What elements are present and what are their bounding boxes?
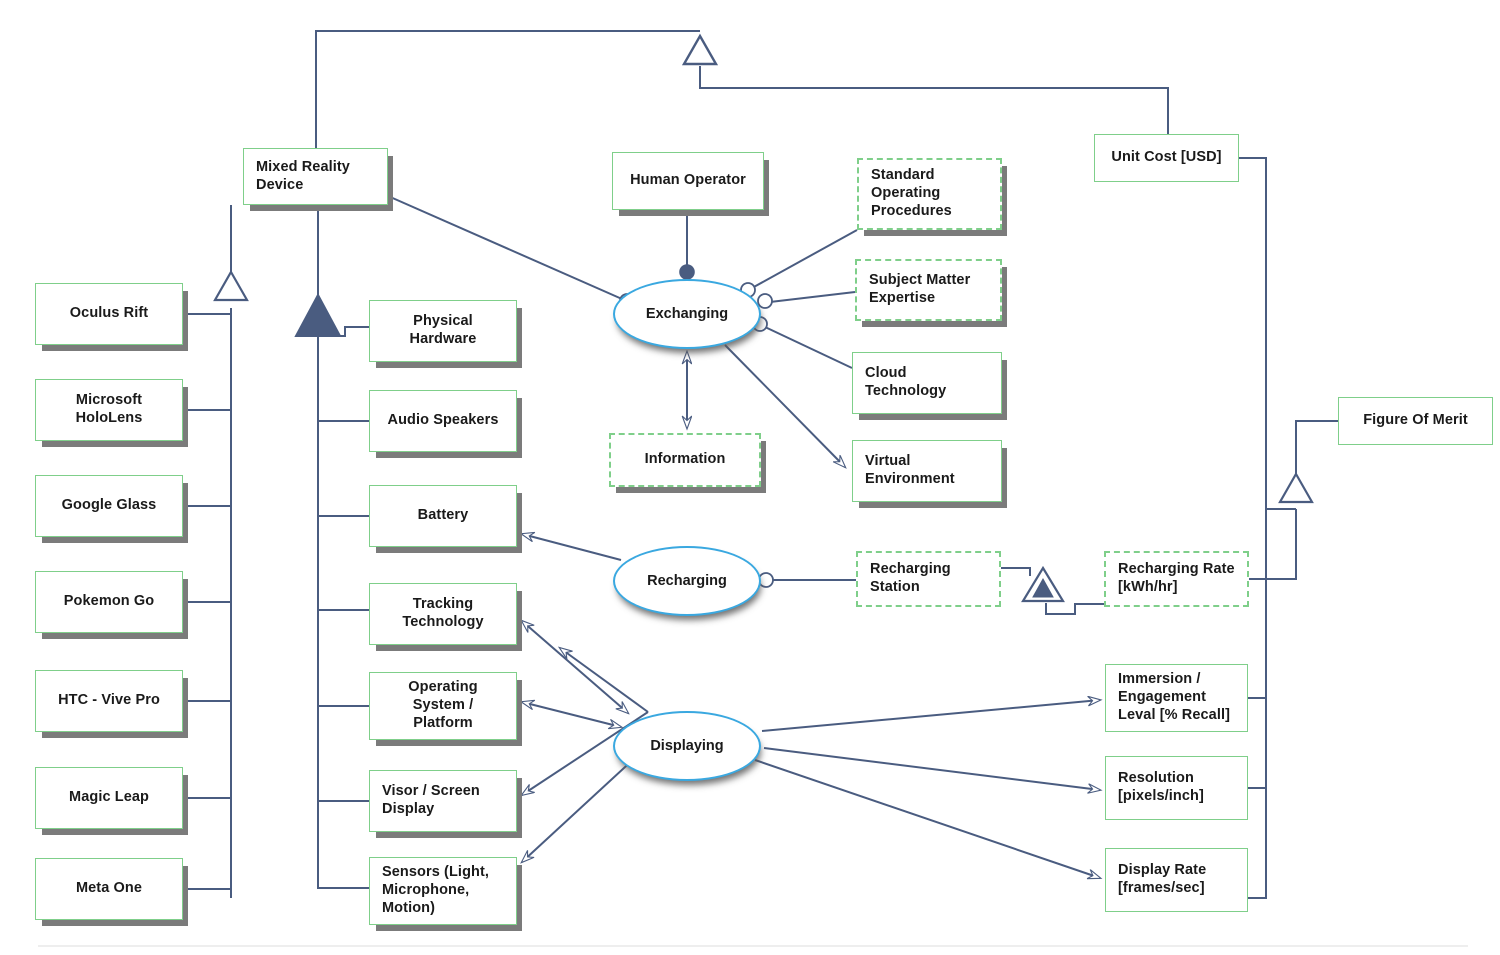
node-device-meta-one[interactable]: Meta One xyxy=(35,858,183,920)
node-device-htc-vive-pro[interactable]: HTC - Vive Pro xyxy=(35,670,183,732)
bottom-divider xyxy=(38,945,1468,947)
node-label: Human Operator xyxy=(630,172,746,189)
node-label: Google Glass xyxy=(61,497,157,514)
function-label: Displaying xyxy=(650,738,724,754)
node-label: Operating System / Platform xyxy=(408,679,478,731)
node-component-sensors[interactable]: Sensors (Light, Microphone, Motion) xyxy=(369,857,517,925)
node-subject-matter-expertise[interactable]: Subject Matter Expertise xyxy=(855,259,1002,321)
node-component-visor-screen-display[interactable]: Visor / Screen Display xyxy=(369,770,517,832)
function-displaying[interactable]: Displaying xyxy=(613,711,761,781)
function-label: Recharging xyxy=(647,573,727,589)
node-component-operating-system-platform[interactable]: Operating System / Platform xyxy=(369,672,517,740)
node-label: Subject Matter Expertise xyxy=(869,272,971,306)
node-mixed-reality-device[interactable]: Mixed Reality Device xyxy=(243,148,388,205)
node-label: Pokemon Go xyxy=(63,593,155,610)
node-label: Information xyxy=(644,451,726,468)
node-label: Sensors (Light, Microphone, Motion) xyxy=(382,864,490,916)
node-component-tracking-technology[interactable]: Tracking Technology xyxy=(369,583,517,645)
node-component-audio-speakers[interactable]: Audio Speakers xyxy=(369,390,517,452)
diagram-canvas: Mixed Reality Device Human Operator Stan… xyxy=(0,0,1500,955)
node-label: Unit Cost [USD] xyxy=(1111,149,1222,166)
node-cloud-technology[interactable]: Cloud Technology xyxy=(852,352,1002,414)
node-label: Figure Of Merit xyxy=(1363,412,1468,429)
node-device-microsoft-hololens[interactable]: Microsoft HoloLens xyxy=(35,379,183,441)
node-unit-cost[interactable]: Unit Cost [USD] xyxy=(1094,134,1239,182)
node-label: Visor / Screen Display xyxy=(382,783,480,817)
function-label: Exchanging xyxy=(645,306,729,322)
node-display-rate[interactable]: Display Rate [frames/sec] xyxy=(1105,848,1248,912)
node-immersion-engagement-level[interactable]: Immersion / Engagement Leval [% Recall] xyxy=(1105,664,1248,732)
node-component-physical-hardware[interactable]: Physical Hardware xyxy=(369,300,517,362)
node-device-magic-leap[interactable]: Magic Leap xyxy=(35,767,183,829)
node-figure-of-merit[interactable]: Figure Of Merit xyxy=(1338,397,1493,445)
node-information[interactable]: Information xyxy=(609,433,761,487)
node-label: Display Rate [frames/sec] xyxy=(1118,862,1207,896)
node-label: Standard Operating Procedures xyxy=(871,167,952,219)
node-label: Cloud Technology xyxy=(865,365,947,399)
node-label: Recharging Station xyxy=(870,561,951,595)
node-label: Meta One xyxy=(75,880,143,897)
node-label: Recharging Rate [kWh/hr] xyxy=(1118,561,1235,595)
node-label: HTC - Vive Pro xyxy=(58,692,160,709)
node-label: Battery xyxy=(417,507,469,524)
node-label: Microsoft HoloLens xyxy=(75,392,143,426)
node-recharging-rate[interactable]: Recharging Rate [kWh/hr] xyxy=(1104,551,1249,607)
node-label: Oculus Rift xyxy=(69,305,149,322)
node-label: Magic Leap xyxy=(69,789,149,806)
node-virtual-environment[interactable]: Virtual Environment xyxy=(852,440,1002,502)
node-label: Audio Speakers xyxy=(387,412,499,429)
function-recharging[interactable]: Recharging xyxy=(613,546,761,616)
node-device-google-glass[interactable]: Google Glass xyxy=(35,475,183,537)
node-standard-operating-procedures[interactable]: Standard Operating Procedures xyxy=(857,158,1002,230)
node-label: Physical Hardware xyxy=(409,313,477,347)
function-exchanging[interactable]: Exchanging xyxy=(613,279,761,349)
node-label: Resolution [pixels/inch] xyxy=(1118,770,1204,804)
node-component-battery[interactable]: Battery xyxy=(369,485,517,547)
node-resolution[interactable]: Resolution [pixels/inch] xyxy=(1105,756,1248,820)
node-label: Tracking Technology xyxy=(402,596,484,630)
node-human-operator[interactable]: Human Operator xyxy=(612,152,764,210)
node-device-pokemon-go[interactable]: Pokemon Go xyxy=(35,571,183,633)
node-device-oculus-rift[interactable]: Oculus Rift xyxy=(35,283,183,345)
node-recharging-station[interactable]: Recharging Station xyxy=(856,551,1001,607)
node-label: Mixed Reality Device xyxy=(256,158,350,193)
node-label: Immersion / Engagement Leval [% Recall] xyxy=(1118,671,1231,723)
node-label: Virtual Environment xyxy=(865,453,955,487)
